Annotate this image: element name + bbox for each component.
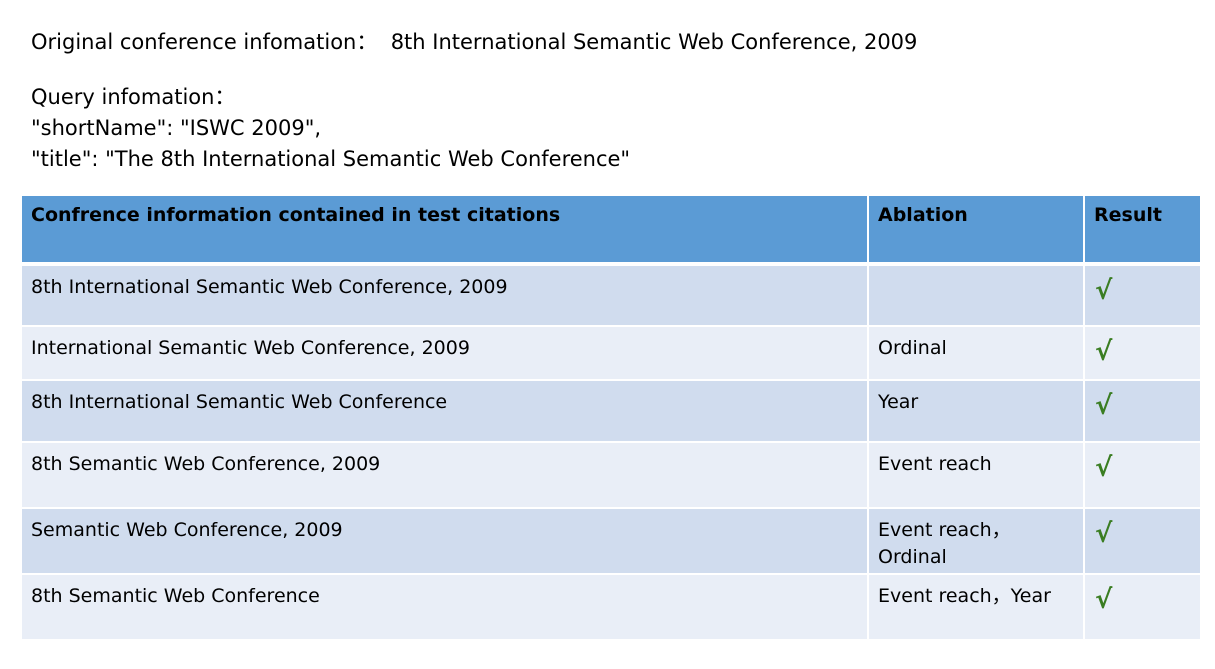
query-heading: Query infomation：	[31, 85, 236, 109]
table-header-row: Confrence information contained in test …	[22, 196, 1200, 266]
ablation-cell: Event reach，Ordinal	[868, 508, 1085, 575]
result-check-icon: √	[1084, 326, 1200, 381]
table-row: 8th Semantic Web Conference, 2009 Event …	[22, 442, 1200, 509]
table-row: 8th International Semantic Web Conferenc…	[22, 380, 1200, 443]
ablation-results-table: Confrence information contained in test …	[22, 196, 1200, 641]
ablation-cell	[868, 264, 1085, 327]
citation-cell: International Semantic Web Conference, 2…	[22, 326, 869, 381]
table-row: 8th Semantic Web Conference Event reach，…	[22, 574, 1200, 641]
result-check-icon: √	[1084, 574, 1200, 641]
result-check-icon: √	[1084, 508, 1200, 575]
header-citation: Confrence information contained in test …	[22, 196, 869, 266]
ablation-cell: Event reach	[868, 442, 1085, 509]
ablation-cell: Ordinal	[868, 326, 1085, 381]
citation-cell: Semantic Web Conference, 2009	[22, 508, 869, 575]
result-check-icon: √	[1084, 380, 1200, 443]
table-row: Semantic Web Conference, 2009 Event reac…	[22, 508, 1200, 575]
original-conference-line: Original conference infomation： 8th Inte…	[31, 30, 918, 54]
query-title: "title": "The 8th International Semantic…	[31, 147, 631, 171]
citation-cell: 8th International Semantic Web Conferenc…	[22, 380, 869, 443]
header-result: Result	[1084, 196, 1200, 266]
ablation-cell: Year	[868, 380, 1085, 443]
table-row: International Semantic Web Conference, 2…	[22, 326, 1200, 381]
table-row: 8th International Semantic Web Conferenc…	[22, 264, 1200, 327]
header-ablation: Ablation	[868, 196, 1085, 266]
intro-block: Original conference infomation： 8th Inte…	[31, 27, 917, 175]
query-short-name: "shortName": "ISWC 2009",	[31, 116, 322, 140]
ablation-cell: Event reach，Year	[868, 574, 1085, 641]
result-check-icon: √	[1084, 264, 1200, 327]
result-check-icon: √	[1084, 442, 1200, 509]
citation-cell: 8th International Semantic Web Conferenc…	[22, 264, 869, 327]
citation-cell: 8th Semantic Web Conference, 2009	[22, 442, 869, 509]
citation-cell: 8th Semantic Web Conference	[22, 574, 869, 641]
